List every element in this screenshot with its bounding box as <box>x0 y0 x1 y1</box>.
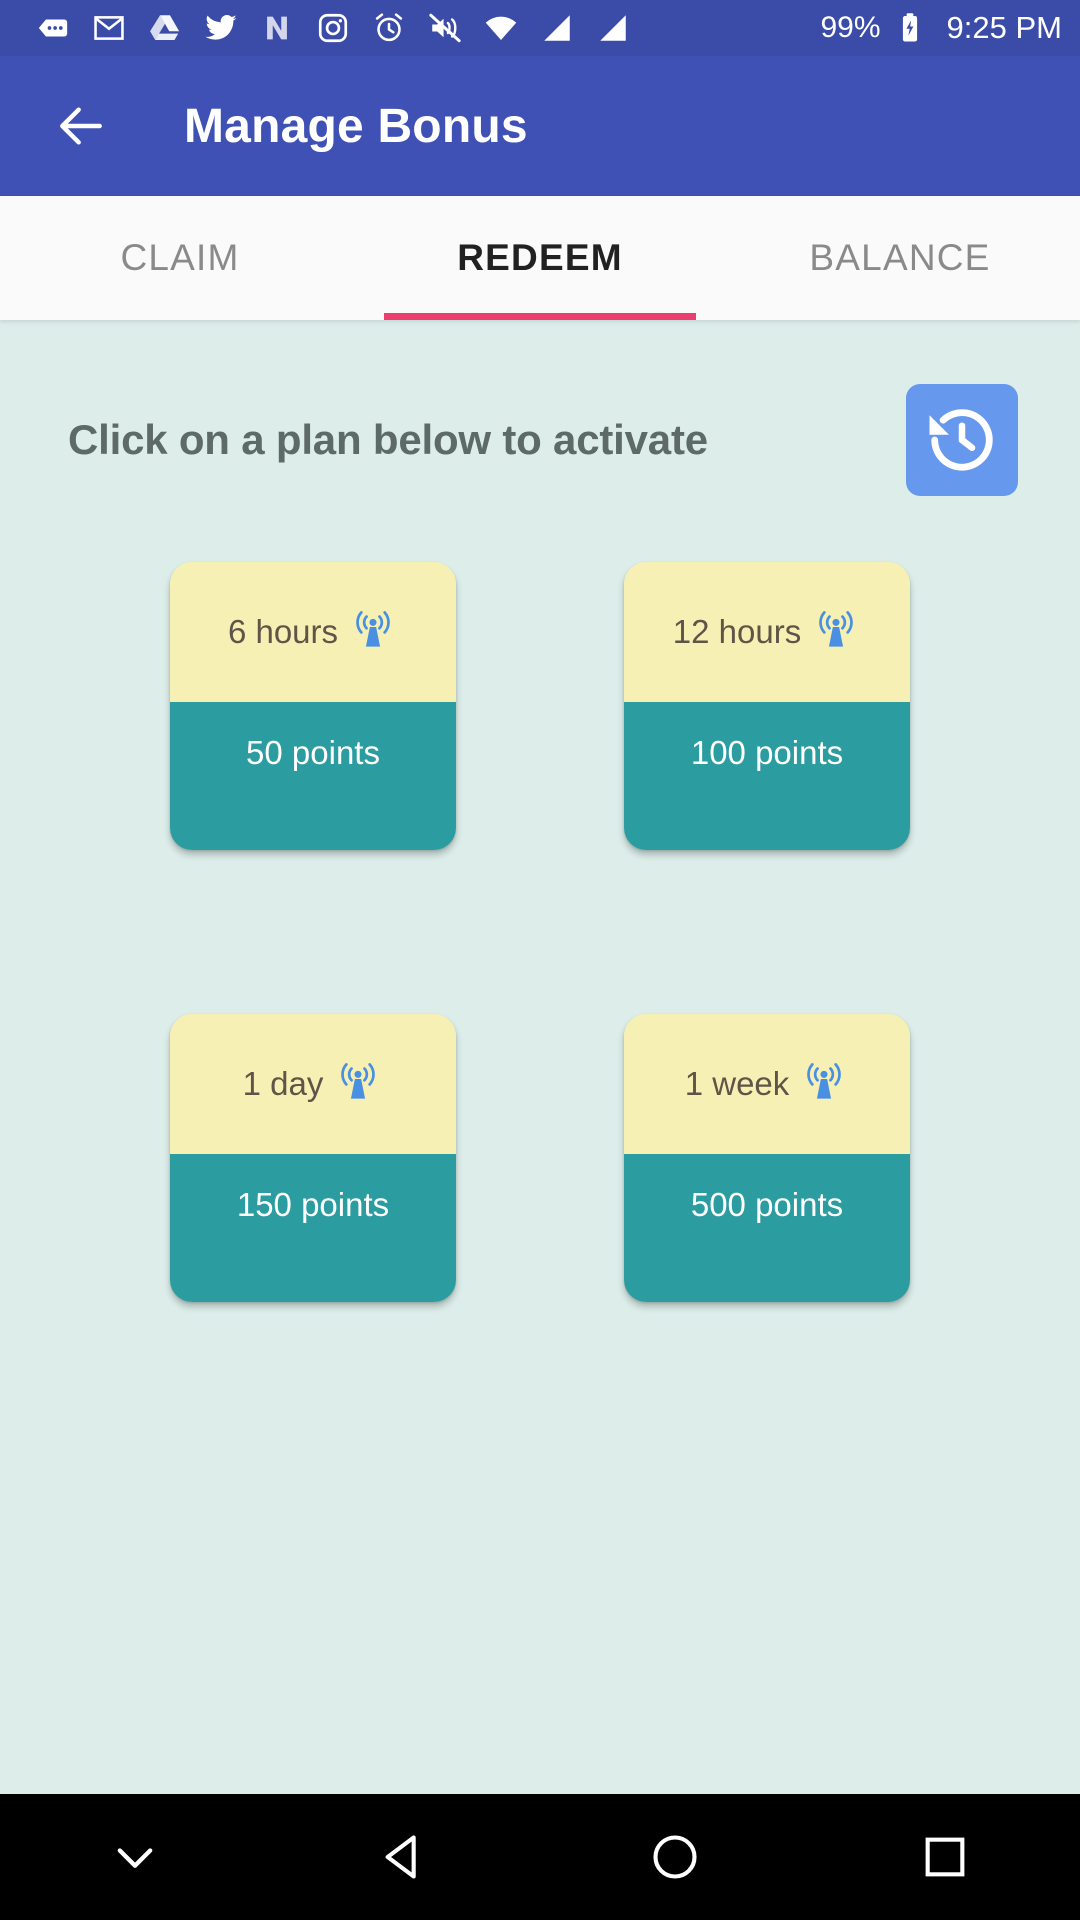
page-title: Manage Bonus <box>184 99 528 153</box>
plan-grid: 6 hours 50 points 12 hours 100 points 1 … <box>0 562 1080 1302</box>
clock-label: 9:25 PM <box>946 10 1062 45</box>
panel-heading: Click on a plan below to activate <box>68 415 708 463</box>
circle-home-icon <box>653 1835 697 1879</box>
wifi-icon <box>484 11 518 45</box>
gmail-icon <box>92 11 126 45</box>
messages-dots-icon <box>36 11 70 45</box>
wifi-tower-icon <box>819 611 853 647</box>
tab-balance-label: BALANCE <box>809 237 991 278</box>
back-button[interactable] <box>46 91 116 161</box>
plan-card-points-area <box>624 1154 910 1302</box>
history-button[interactable] <box>906 384 1018 496</box>
tab-bar: CLAIM REDEEM BALANCE <box>0 196 1080 320</box>
plan-card-duration-area: 6 hours <box>170 562 456 702</box>
tab-redeem[interactable]: REDEEM <box>360 196 720 320</box>
redeem-panel: Click on a plan below to activate 6 hour… <box>0 320 1080 1794</box>
phone-screen: 99% 9:25 PM Manage Bonus CLAIM REDEEM BA… <box>0 0 1080 1920</box>
plan-duration-label: 1 day <box>242 1065 324 1102</box>
status-bar-notification-icons <box>36 11 821 45</box>
wifi-tower-icon <box>356 611 390 647</box>
battery-percent-label: 99% <box>820 11 881 44</box>
tab-redeem-label: REDEEM <box>457 237 623 278</box>
triangle-back-icon <box>385 1835 416 1879</box>
arrow-back-icon <box>60 107 102 145</box>
plan-duration-label: 12 hours <box>672 613 802 650</box>
tab-claim-label: CLAIM <box>120 237 240 278</box>
plan-card-duration-area: 12 hours <box>624 562 910 702</box>
plan-card-points-area <box>170 702 456 850</box>
active-tab-indicator <box>384 313 696 320</box>
nav-recents[interactable] <box>885 1797 1005 1917</box>
twitter-icon <box>204 11 238 45</box>
tab-balance[interactable]: BALANCE <box>720 196 1080 320</box>
plan-card[interactable]: 1 day 150 points <box>170 1014 456 1302</box>
plan-points-label: 100 points <box>690 734 844 771</box>
plan-points-label: 150 points <box>236 1186 390 1223</box>
plan-duration-label: 1 week <box>684 1065 790 1102</box>
plan-points-label: 500 points <box>690 1186 844 1223</box>
nav-home[interactable] <box>615 1797 735 1917</box>
nav-back[interactable] <box>345 1797 465 1917</box>
alarm-clock-icon <box>372 11 406 45</box>
signal-sim2-icon <box>596 11 630 45</box>
volume-mute-icon <box>428 11 462 45</box>
nav-hide-keyboard[interactable] <box>75 1797 195 1917</box>
system-navigation-bar <box>0 1794 1080 1920</box>
wifi-tower-icon <box>341 1063 376 1099</box>
plan-card[interactable]: 1 week 500 points <box>624 1014 910 1302</box>
status-bar-system-indicators: 99% 9:25 PM <box>821 10 1063 46</box>
plan-card-points-area <box>170 1154 456 1302</box>
plan-card-points-area <box>624 702 910 850</box>
plan-points-label: 50 points <box>246 734 380 771</box>
plan-card-duration-area: 1 week <box>624 1014 910 1154</box>
plan-duration-label: 6 hours <box>227 613 339 650</box>
chevron-down-icon <box>117 1848 153 1868</box>
wifi-tower-icon <box>807 1063 842 1099</box>
instagram-icon <box>316 11 350 45</box>
panel-header-row: Click on a plan below to activate <box>0 320 1080 496</box>
history-icon <box>929 409 993 471</box>
plan-card-duration-area: 1 day <box>170 1014 456 1154</box>
plan-card[interactable]: 12 hours 100 points <box>624 562 910 850</box>
plan-card[interactable]: 6 hours 50 points <box>170 562 456 850</box>
battery-charging-icon <box>893 11 927 45</box>
google-drive-icon <box>148 11 182 45</box>
tab-claim[interactable]: CLAIM <box>0 196 360 320</box>
nova-launcher-icon <box>260 11 294 45</box>
app-bar: Manage Bonus <box>0 56 1080 196</box>
signal-sim1-icon <box>540 11 574 45</box>
square-recents-icon <box>925 1837 965 1877</box>
status-bar: 99% 9:25 PM <box>0 0 1080 56</box>
